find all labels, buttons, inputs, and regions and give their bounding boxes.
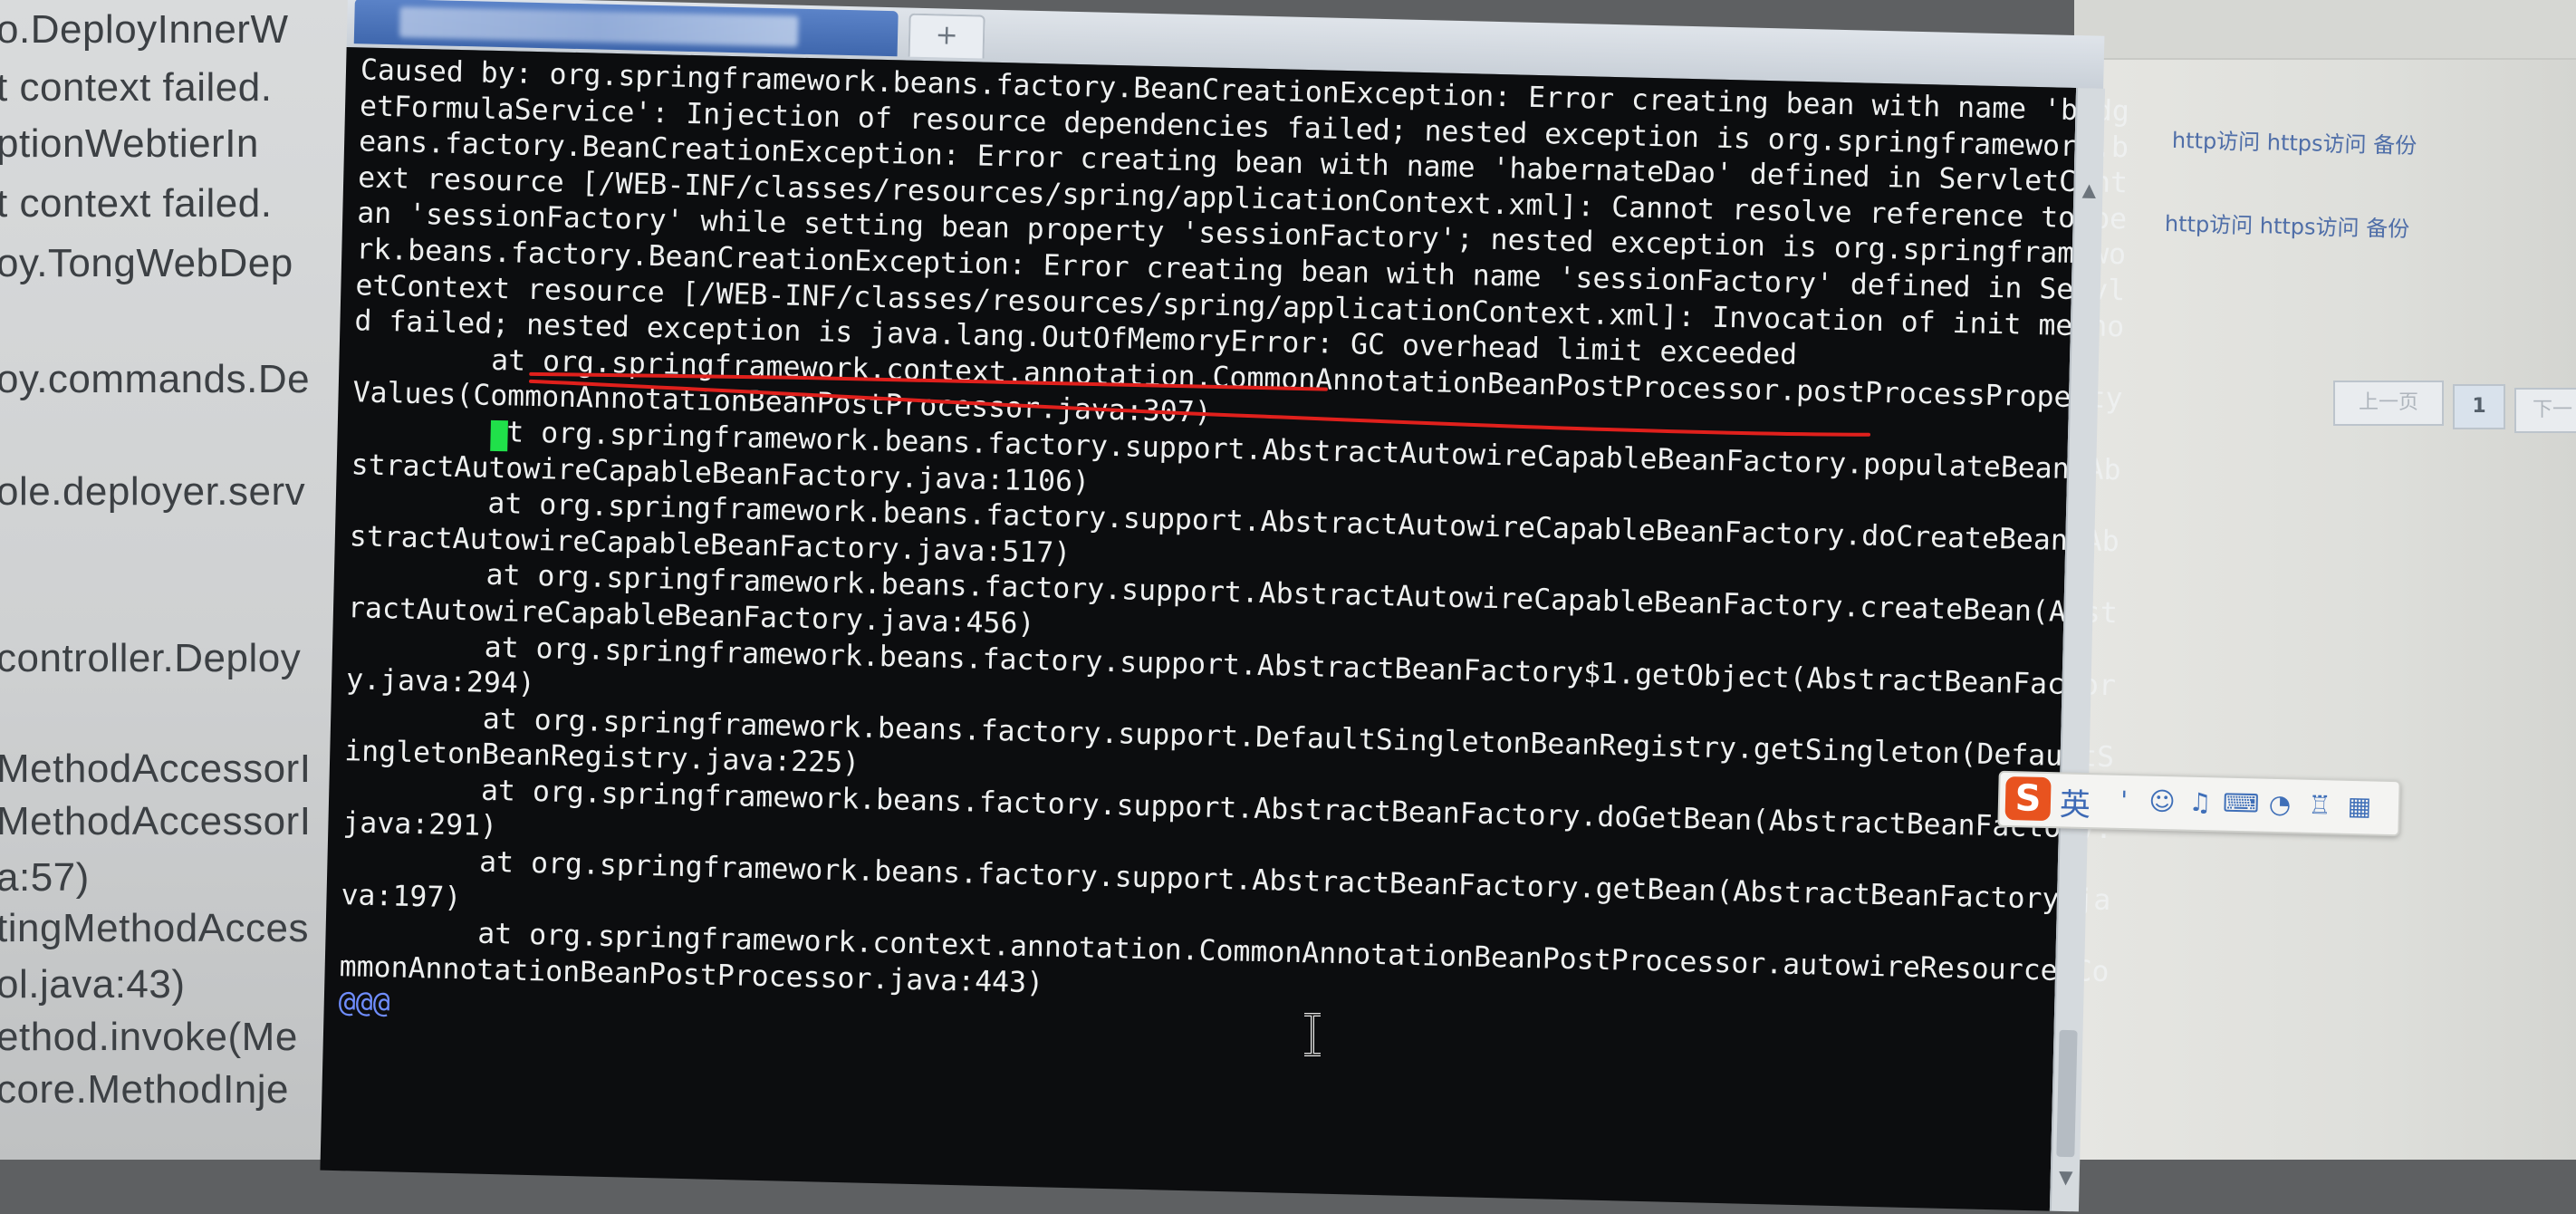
- bg-text-line: core.MethodInje: [0, 1067, 290, 1112]
- terminal-line: at org.springframework.beans.factory.sup…: [346, 627, 2117, 702]
- bg-text-line: ethod.invoke(Me: [0, 1015, 298, 1059]
- link-row[interactable]: http访问 https访问 备份: [2172, 122, 2417, 159]
- bg-text-line: oy.commands.De: [0, 357, 311, 401]
- bg-text-line: a:57): [0, 855, 90, 900]
- bg-text-line: t context failed.: [0, 181, 273, 226]
- skin-icon[interactable]: ◔: [2264, 788, 2296, 822]
- terminal-screen[interactable]: Caused by: org.springframework.beans.fac…: [320, 46, 2129, 1211]
- bg-text-line: ole.deployer.serv: [0, 469, 306, 514]
- terminal-line: java:291): [342, 806, 498, 843]
- pager-current-page[interactable]: 1: [2453, 384, 2505, 429]
- bg-text-line: t context failed.: [0, 65, 273, 110]
- mouse-ibeam-cursor-icon: [1304, 1013, 1321, 1056]
- new-tab-button[interactable]: +: [908, 13, 985, 59]
- punctuation-icon[interactable]: ': [2109, 785, 2140, 818]
- terminal-line: va:197): [341, 878, 462, 914]
- background-panel-right: http访问 https访问 备份 http访问 https访问 备份 上一页 …: [2074, 0, 2576, 1160]
- scroll-thumb[interactable]: [2056, 1029, 2078, 1158]
- terminal-prompt: @@@: [338, 986, 391, 1020]
- pager-prev-button[interactable]: 上一页: [2333, 381, 2444, 426]
- bg-text-line: controller.Deploy: [0, 636, 302, 680]
- panel-topbar: [2074, 0, 2576, 60]
- microphone-icon[interactable]: ♫: [2185, 786, 2216, 820]
- bg-text-line: ptionWebtierIn: [0, 121, 259, 166]
- terminal-line: y.java:294): [345, 663, 536, 701]
- terminal-window[interactable]: + Caused by: org.springframework.beans.f…: [320, 0, 2129, 1213]
- scroll-up-icon[interactable]: ▲: [2077, 178, 2101, 201]
- terminal-line: at org.springframework.beans.factory.sup…: [342, 771, 2113, 846]
- grid-icon[interactable]: ▦: [2344, 790, 2376, 824]
- terminal-output: Caused by: org.springframework.beans.fac…: [338, 53, 2129, 1063]
- terminal-tab[interactable]: [353, 0, 899, 57]
- link-row[interactable]: http访问 https访问 备份: [2165, 206, 2410, 243]
- terminal-cursor: [490, 419, 508, 452]
- terminal-line: at org.springframework.beans.factory.sup…: [341, 843, 2111, 918]
- terminal-tab-title-blurred: [399, 6, 799, 47]
- bg-text-line: ol.java:43): [0, 962, 186, 1007]
- shirt-icon[interactable]: ♖: [2304, 789, 2336, 823]
- bg-text-line: tingMethodAcces: [0, 906, 310, 950]
- bg-text-line: o.DeployInnerW: [0, 7, 289, 52]
- emoji-icon[interactable]: ☺: [2147, 785, 2178, 819]
- bg-text-line: MethodAccessorI: [0, 747, 312, 791]
- ime-language-toggle[interactable]: 英: [2059, 779, 2091, 824]
- pager-next-button[interactable]: 下一: [2514, 388, 2576, 433]
- scroll-down-icon[interactable]: ▼: [2054, 1166, 2079, 1189]
- bg-text-line: oy.TongWebDep: [0, 241, 293, 285]
- bg-text-line: MethodAccessorI: [0, 799, 312, 843]
- ime-toolbar[interactable]: S 英 ' ☺ ♫ ⌨ ◔ ♖ ▦: [1997, 770, 2401, 837]
- keyboard-icon[interactable]: ⌨: [2223, 787, 2260, 821]
- ime-logo-icon[interactable]: S: [2004, 776, 2052, 822]
